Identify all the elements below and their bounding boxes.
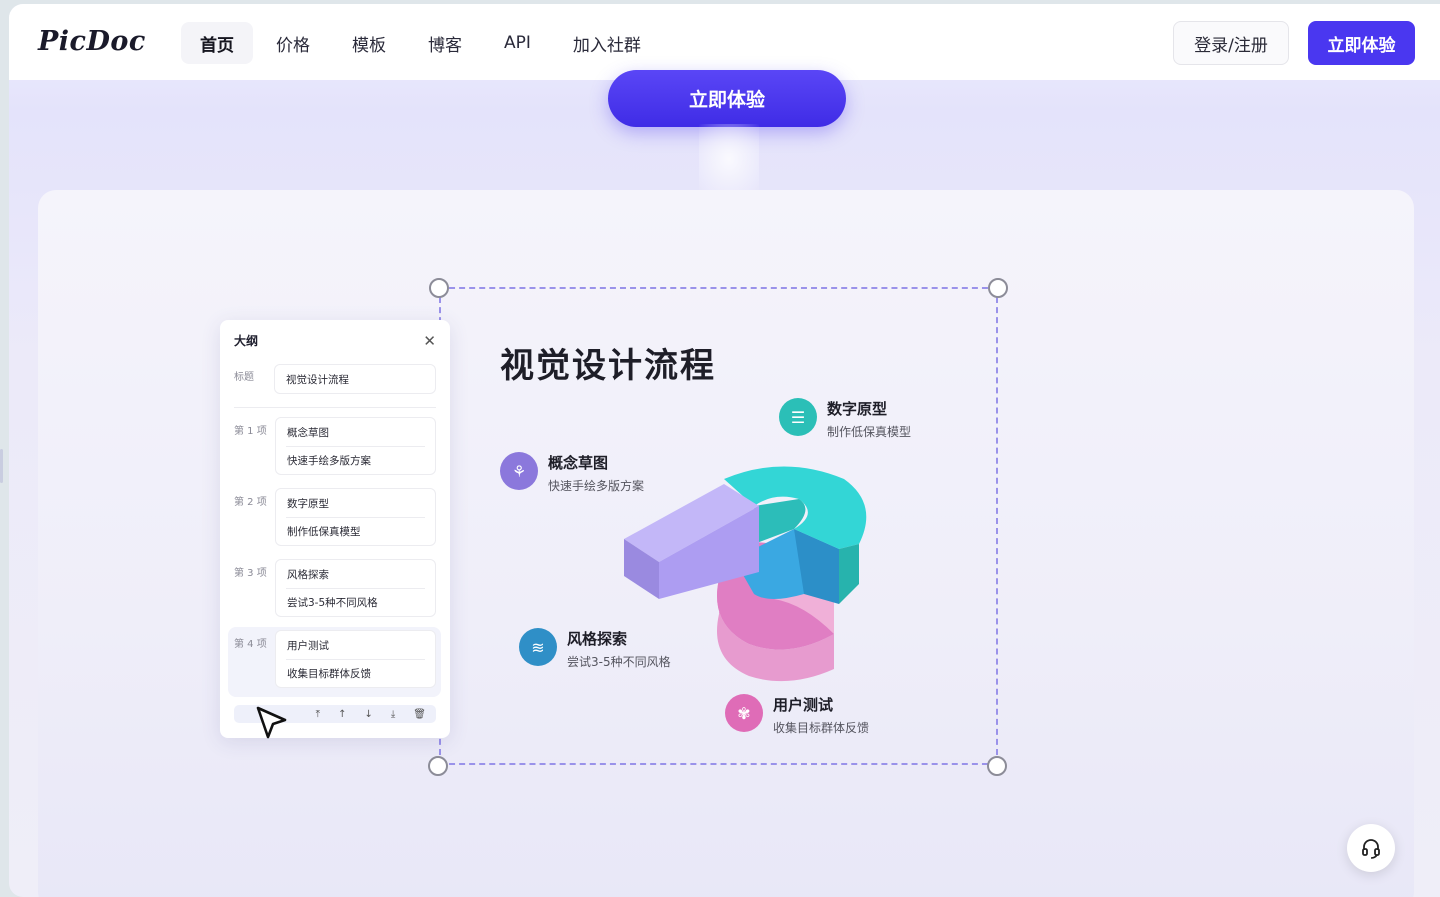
item-2-fields[interactable]: 数字原型 制作低保真模型 xyxy=(275,488,436,546)
item-3-label: 第 3 项 xyxy=(234,568,267,579)
customer-support-button[interactable] xyxy=(1347,824,1395,872)
mouse-cursor-icon xyxy=(256,706,287,739)
title-field[interactable]: 视觉设计流程 xyxy=(274,364,436,394)
item-4-fields[interactable]: 用户测试 收集目标群体反馈 xyxy=(275,630,436,688)
nav-item-blog[interactable]: 博客 xyxy=(409,22,481,64)
hero-glow xyxy=(699,124,759,194)
trash-icon[interactable]: 🗑 xyxy=(413,709,426,720)
step-desc: 快速手绘多版方案 xyxy=(548,479,645,493)
logo-text: PicDoc xyxy=(38,26,146,57)
item-desc-field[interactable]: 收集目标群体反馈 xyxy=(286,659,425,687)
item-2-label: 第 2 项 xyxy=(234,497,267,508)
diagram-title: 视觉设计流程 xyxy=(500,346,716,386)
resize-handle-bottom-right[interactable] xyxy=(987,756,1007,776)
browser-window: PicDoc 首页 价格 模板 博客 API 加入社群 登录/注册 立即体验 立… xyxy=(9,4,1440,897)
step-title: 概念草图 xyxy=(548,454,609,472)
layers-icon: ≋ xyxy=(519,628,557,666)
step-desc: 收集目标群体反馈 xyxy=(773,721,870,735)
nav-item-api[interactable]: API xyxy=(485,22,550,64)
item-desc-field[interactable]: 制作低保真模型 xyxy=(286,517,425,545)
hero-try-now-button[interactable]: 立即体验 xyxy=(608,70,846,127)
title-field-value: 视觉设计流程 xyxy=(286,373,349,386)
close-icon[interactable]: ✕ xyxy=(423,332,436,350)
diagram-step-digital-prototype: ☰ 数字原型 制作低保真模型 xyxy=(779,398,911,440)
login-register-button[interactable]: 登录/注册 xyxy=(1173,21,1289,65)
top-navbar: PicDoc 首页 价格 模板 博客 API 加入社群 登录/注册 立即体验 xyxy=(9,4,1440,80)
nav-item-home[interactable]: 首页 xyxy=(181,22,253,64)
try-now-button[interactable]: 立即体验 xyxy=(1308,21,1415,65)
resize-handle-top-left[interactable] xyxy=(429,278,449,298)
outline-panel: 大纲 ✕ 标题 视觉设计流程 第 1 项 概念草图 快速手绘多版方案 第 2 项… xyxy=(220,320,450,738)
move-down-icon[interactable]: ↓ xyxy=(364,709,372,720)
diagram-step-concept-sketch: ⚘ 概念草图 快速手绘多版方案 xyxy=(500,452,644,494)
move-bottom-icon[interactable]: ⤓ xyxy=(391,709,395,720)
move-top-icon[interactable]: ⤒ xyxy=(316,709,320,720)
diagram-step-style-exploration: ≋ 风格探索 尝试3-5种不同风格 xyxy=(519,628,671,670)
item-desc-field[interactable]: 快速手绘多版方案 xyxy=(286,446,425,474)
step-desc: 尝试3-5种不同风格 xyxy=(567,655,671,669)
item-name-field[interactable]: 用户测试 xyxy=(276,631,435,659)
test-icon: ✾ xyxy=(725,694,763,732)
resize-handle-bottom-left[interactable] xyxy=(428,756,448,776)
title-row-label: 标题 xyxy=(234,372,254,383)
item-name-field[interactable]: 数字原型 xyxy=(276,489,435,517)
item-name-field[interactable]: 风格探索 xyxy=(276,560,435,588)
nav-item-templates[interactable]: 模板 xyxy=(333,22,405,64)
sketch-icon: ⚘ xyxy=(500,452,538,490)
item-1-label: 第 1 项 xyxy=(234,426,267,437)
picdoc-logo[interactable]: PicDoc xyxy=(38,26,146,57)
main-nav: 首页 价格 模板 博客 API 加入社群 xyxy=(181,22,660,64)
item-1-fields[interactable]: 概念草图 快速手绘多版方案 xyxy=(275,417,436,475)
outline-panel-title: 大纲 xyxy=(234,334,259,348)
nav-item-community[interactable]: 加入社群 xyxy=(554,22,660,64)
resize-handle-top-right[interactable] xyxy=(988,278,1008,298)
prototype-icon: ☰ xyxy=(779,398,817,436)
item-name-field[interactable]: 概念草图 xyxy=(276,418,435,446)
item-desc-field[interactable]: 尝试3-5种不同风格 xyxy=(286,588,425,616)
item-4-label: 第 4 项 xyxy=(234,639,267,650)
move-up-icon[interactable]: ↑ xyxy=(338,709,346,720)
nav-item-pricing[interactable]: 价格 xyxy=(257,22,329,64)
headset-icon xyxy=(1362,839,1380,859)
panel-divider xyxy=(234,407,436,408)
step-title: 数字原型 xyxy=(827,400,888,418)
diagram-step-user-testing: ✾ 用户测试 收集目标群体反馈 xyxy=(725,694,869,736)
step-title: 用户测试 xyxy=(773,696,834,714)
item-3-fields[interactable]: 风格探索 尝试3-5种不同风格 xyxy=(275,559,436,617)
window-edge-tab xyxy=(0,449,3,483)
step-title: 风格探索 xyxy=(567,630,628,648)
step-desc: 制作低保真模型 xyxy=(827,425,912,439)
